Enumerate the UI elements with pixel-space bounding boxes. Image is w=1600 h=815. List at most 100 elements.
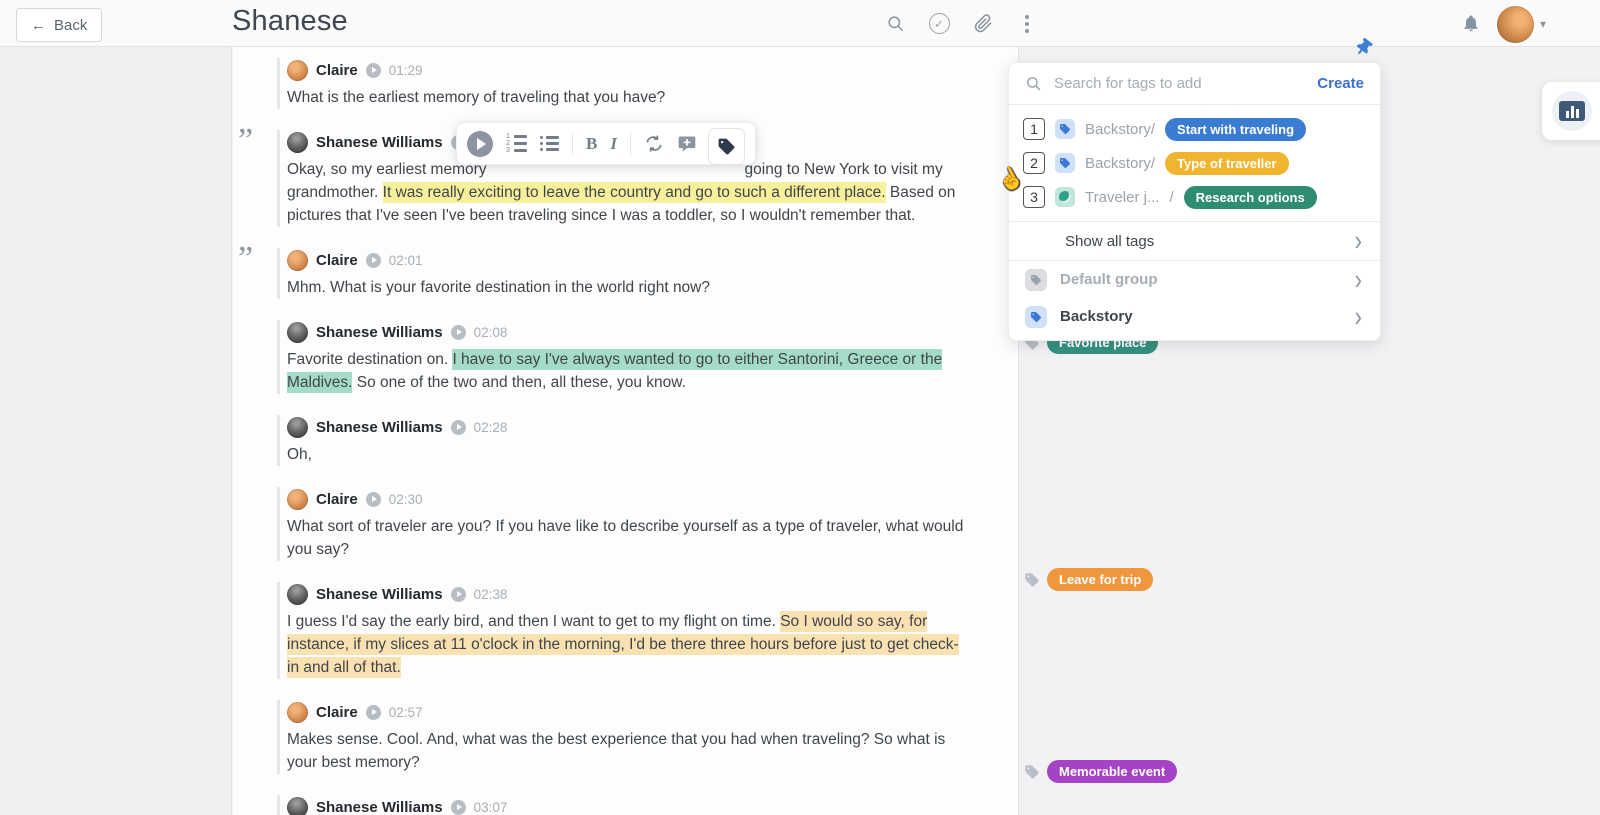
chevron-right-icon: › — [1354, 262, 1362, 296]
tag-group-default[interactable]: Default group › — [1009, 261, 1380, 298]
tag-shortcut-row[interactable]: 1 Backstory/ Start with traveling — [1009, 112, 1380, 146]
transcript-message: ” Shanese Williams 02:38 I guess I'd say… — [277, 582, 969, 679]
play-icon[interactable] — [450, 324, 466, 340]
paperclip-icon[interactable] — [972, 13, 994, 35]
message-text[interactable]: Oh, — [287, 443, 968, 466]
speaker-avatar — [287, 59, 308, 81]
margin-tag-row[interactable]: Leave for trip — [1024, 568, 1154, 591]
traveler-group-icon — [1055, 187, 1075, 207]
bar-chart-icon — [1559, 101, 1585, 121]
message-text[interactable]: Makes sense. Cool. And, what was the bes… — [287, 728, 968, 774]
create-tag-button[interactable]: Create — [1317, 75, 1364, 92]
italic-button[interactable]: I — [610, 134, 617, 154]
speaker-name: Claire — [316, 490, 358, 508]
tag-pill[interactable]: Type of traveller — [1165, 151, 1289, 175]
speaker-avatar — [287, 583, 308, 605]
add-comment-icon[interactable] — [677, 134, 697, 154]
play-icon[interactable] — [365, 491, 381, 507]
tag-pill[interactable]: Research options — [1183, 185, 1317, 209]
transcript-message: ” Claire 01:29 What is the earliest memo… — [277, 58, 969, 109]
speaker-name: Shanese Williams — [316, 418, 443, 436]
margin-tag-pill[interactable]: Leave for trip — [1047, 568, 1154, 591]
tag-shortcut-row[interactable]: 3 Traveler j... / Research options — [1009, 180, 1380, 214]
speaker-name: Claire — [316, 251, 358, 269]
bold-button[interactable]: B — [586, 134, 597, 154]
tag-group-name: Backstory/ — [1085, 120, 1156, 138]
quote-icon: ” — [238, 122, 254, 159]
transcript-message: ” Claire 02:57 Makes sense. Cool. And, w… — [277, 700, 969, 774]
message-text[interactable]: Favorite destination on. I have to say I… — [287, 348, 968, 394]
timestamp[interactable]: 02:01 — [389, 253, 423, 268]
caret-down-icon[interactable]: ▾ — [1540, 17, 1546, 31]
play-icon[interactable] — [450, 586, 466, 602]
pin-icon[interactable] — [1356, 37, 1373, 61]
page-title: Shanese — [232, 5, 348, 37]
check-circle-icon[interactable]: ✓ — [928, 13, 950, 35]
speaker-name: Claire — [316, 61, 358, 79]
tag-search-input[interactable] — [1054, 75, 1306, 92]
play-icon[interactable] — [365, 252, 381, 268]
find-similar-icon[interactable] — [644, 134, 664, 154]
kebab-menu-icon[interactable] — [1016, 13, 1038, 35]
tag-group-icon — [1055, 119, 1075, 139]
ordered-list-icon[interactable]: 1 2 3 — [506, 133, 527, 154]
tag-group-name: Traveler j... — [1085, 188, 1160, 206]
tag-group-name: Backstory/ — [1085, 154, 1156, 172]
show-all-tags-label: Show all tags — [1065, 232, 1155, 250]
bullet-list-icon[interactable] — [540, 136, 559, 151]
tag-shortcut-row[interactable]: 2 Backstory/ Type of traveller — [1009, 146, 1380, 180]
tag-group-icon — [1025, 305, 1047, 328]
insights-panel-edge[interactable] — [1542, 82, 1600, 140]
tag-group-icon — [1025, 268, 1047, 291]
timestamp[interactable]: 03:07 — [474, 800, 508, 815]
speaker-name: Shanese Williams — [316, 323, 443, 341]
timestamp[interactable]: 02:38 — [474, 587, 508, 602]
quote-icon: ” — [238, 240, 254, 277]
chart-button[interactable] — [1552, 91, 1592, 131]
message-text[interactable]: Okay, so my earliest memory going to New … — [287, 158, 968, 227]
back-button[interactable]: ← Back — [16, 8, 103, 42]
play-icon[interactable] — [365, 62, 381, 78]
group-label: Backstory — [1060, 308, 1133, 325]
toolbar-divider — [629, 132, 631, 155]
keycap-3: 3 — [1023, 186, 1045, 208]
play-icon[interactable] — [450, 419, 466, 435]
timestamp[interactable]: 01:29 — [389, 63, 423, 78]
margin-tag-row[interactable]: Memorable event — [1024, 760, 1178, 783]
account-avatar[interactable] — [1497, 6, 1534, 43]
show-all-tags-row[interactable]: Show all tags › — [1009, 222, 1380, 261]
play-icon[interactable] — [365, 704, 381, 720]
timestamp[interactable]: 02:08 — [474, 325, 508, 340]
chevron-right-icon: › — [1354, 299, 1362, 333]
group-label: Default group — [1060, 271, 1158, 288]
speaker-name: Shanese Williams — [316, 798, 443, 815]
arrow-left-icon: ← — [31, 16, 46, 34]
speaker-avatar — [287, 796, 308, 815]
search-icon[interactable] — [884, 13, 906, 35]
tag-group-backstory[interactable]: Backstory › — [1009, 298, 1380, 335]
message-text[interactable]: Mhm. What is your favorite destination i… — [287, 276, 968, 299]
keycap-1: 1 — [1023, 118, 1045, 140]
keycap-2: 2 — [1023, 152, 1045, 174]
timestamp[interactable]: 02:30 — [389, 492, 423, 507]
tag-button-active[interactable] — [707, 128, 745, 165]
tag-group-icon — [1055, 153, 1075, 173]
speaker-avatar — [287, 701, 308, 723]
speaker-avatar — [287, 416, 308, 438]
bell-icon[interactable] — [1461, 13, 1481, 38]
group-slash: / — [1169, 188, 1174, 206]
selection-toolbar: 1 2 3 B I — [456, 122, 756, 165]
timestamp[interactable]: 02:57 — [389, 705, 423, 720]
message-text[interactable]: What is the earliest memory of traveling… — [287, 86, 968, 109]
message-text[interactable]: I guess I'd say the early bird, and then… — [287, 610, 968, 679]
timestamp[interactable]: 02:28 — [474, 420, 508, 435]
transcript-message: ” Claire 02:30 What sort of traveler are… — [277, 487, 969, 561]
play-selection-icon[interactable] — [467, 130, 493, 157]
tag-icon — [1025, 572, 1039, 587]
speaker-avatar — [287, 321, 308, 343]
message-text[interactable]: What sort of traveler are you? If you ha… — [287, 515, 968, 561]
toolbar-divider — [572, 132, 573, 155]
play-icon[interactable] — [450, 799, 466, 815]
tag-pill[interactable]: Start with traveling — [1165, 117, 1307, 141]
margin-tag-pill[interactable]: Memorable event — [1047, 760, 1178, 783]
